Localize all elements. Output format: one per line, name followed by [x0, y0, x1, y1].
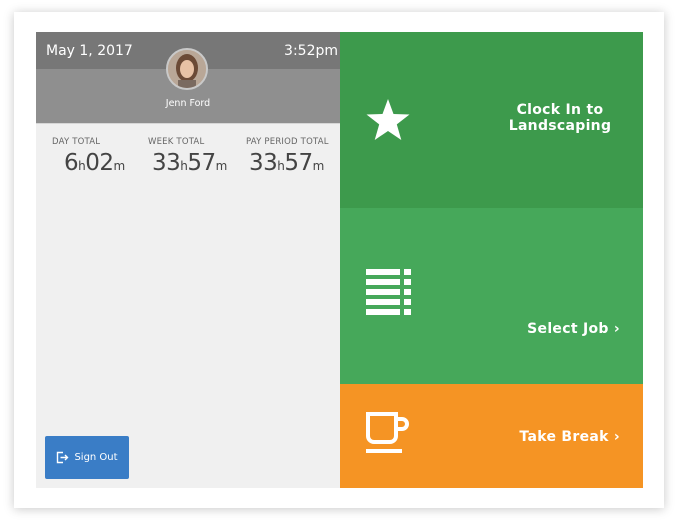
minutes-unit: m [215, 159, 228, 173]
clock-in-line1: Clock In to [516, 102, 604, 118]
coffee-cup-icon [366, 412, 409, 453]
divider [36, 123, 340, 124]
pay-period-total-label: PAY PERIOD TOTAL [246, 137, 329, 147]
list-icon [366, 269, 411, 315]
week-total-minutes: 57 [187, 150, 216, 176]
take-break-label: Take Break › [519, 429, 620, 445]
week-total-hours: 33 [152, 150, 181, 176]
clock-in-label: Clock In to Landscaping [500, 102, 620, 134]
take-break-button[interactable]: Take Break › [340, 384, 643, 488]
pay-period-total-hours: 33 [249, 150, 278, 176]
avatar [166, 48, 208, 90]
sign-out-label: Sign Out [74, 452, 118, 463]
avatar-photo [168, 50, 206, 88]
day-total: DAY TOTAL 6h02m [52, 137, 125, 176]
day-total-label: DAY TOTAL [52, 137, 101, 147]
day-total-minutes: 02 [85, 150, 114, 176]
sign-out-icon [57, 451, 69, 464]
pay-period-total-minutes: 57 [284, 150, 313, 176]
star-icon [366, 99, 410, 140]
employee-panel: May 1, 2017 3:52pm Jenn Ford DAY TOTAL 6… [36, 32, 340, 488]
minutes-unit: m [113, 159, 126, 173]
day-total-hours: 6 [64, 150, 79, 176]
week-total-label: WEEK TOTAL [148, 137, 205, 147]
select-job-button[interactable]: Select Job › [340, 208, 643, 384]
pay-period-total-value: 33h57m [249, 150, 329, 176]
user-name: Jenn Ford [165, 98, 211, 109]
time-clock-screen: May 1, 2017 3:52pm Jenn Ford DAY TOTAL 6… [36, 32, 643, 488]
current-time: 3:52pm [284, 43, 338, 59]
week-total: WEEK TOTAL 33h57m [148, 137, 227, 176]
minutes-unit: m [312, 159, 325, 173]
clock-in-button[interactable]: Clock In to Landscaping [340, 32, 643, 208]
current-date: May 1, 2017 [46, 43, 133, 59]
week-total-value: 33h57m [152, 150, 227, 176]
select-job-label: Select Job › [527, 321, 620, 337]
sign-out-button[interactable]: Sign Out [45, 436, 129, 479]
pay-period-total: PAY PERIOD TOTAL 33h57m [246, 137, 329, 176]
clock-in-line2: Landscaping [508, 118, 612, 134]
day-total-value: 6h02m [64, 150, 125, 176]
